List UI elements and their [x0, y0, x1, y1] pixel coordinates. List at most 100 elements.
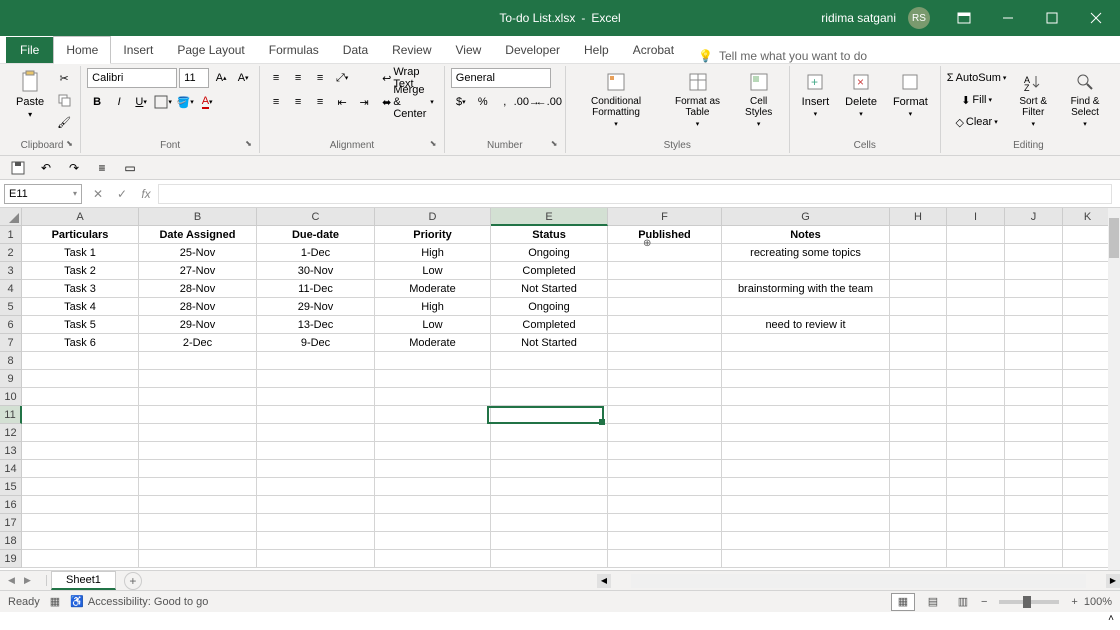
add-sheet-button[interactable]: + — [124, 572, 142, 590]
collapse-ribbon-button[interactable]: ˄ — [1108, 613, 1114, 624]
align-top-button[interactable]: ≡ — [266, 68, 286, 88]
cancel-formula-button[interactable]: ✕ — [86, 184, 110, 204]
cell[interactable] — [722, 334, 890, 352]
cell[interactable]: 28-Nov — [139, 298, 257, 316]
cell[interactable] — [890, 406, 947, 424]
cell[interactable] — [890, 532, 947, 550]
cell[interactable] — [491, 514, 608, 532]
cell[interactable]: Particulars — [22, 226, 139, 244]
cell[interactable] — [139, 370, 257, 388]
cell[interactable] — [890, 334, 947, 352]
cell[interactable] — [491, 460, 608, 478]
row-header[interactable]: 4 — [0, 280, 22, 298]
cell[interactable] — [1063, 550, 1113, 568]
user-avatar[interactable]: RS — [908, 7, 930, 29]
cell[interactable] — [1063, 370, 1113, 388]
cell[interactable]: 28-Nov — [139, 280, 257, 298]
cell[interactable]: 9-Dec — [257, 334, 375, 352]
accounting-button[interactable]: $▾ — [451, 92, 471, 112]
cell[interactable]: 1-Dec — [257, 244, 375, 262]
horizontal-scrollbar[interactable] — [631, 574, 1086, 588]
cell[interactable] — [608, 406, 722, 424]
cell[interactable]: Due-date — [257, 226, 375, 244]
cell[interactable]: Moderate — [375, 280, 491, 298]
select-all-corner[interactable] — [0, 208, 22, 226]
cell[interactable] — [1005, 550, 1063, 568]
cell[interactable] — [22, 550, 139, 568]
cell[interactable] — [608, 442, 722, 460]
cell[interactable]: Low — [375, 262, 491, 280]
cell[interactable] — [257, 460, 375, 478]
cell[interactable] — [257, 406, 375, 424]
cell[interactable]: High — [375, 244, 491, 262]
row-header[interactable]: 6 — [0, 316, 22, 334]
page-break-view-button[interactable]: ▥ — [951, 593, 975, 611]
row-header[interactable]: 19 — [0, 550, 22, 568]
row-header[interactable]: 16 — [0, 496, 22, 514]
cell[interactable] — [1063, 460, 1113, 478]
cell[interactable]: Task 6 — [22, 334, 139, 352]
cell[interactable] — [22, 352, 139, 370]
cell[interactable] — [890, 316, 947, 334]
cell[interactable] — [1005, 406, 1063, 424]
cell[interactable] — [139, 460, 257, 478]
cell[interactable] — [722, 424, 890, 442]
cell[interactable] — [722, 514, 890, 532]
cell[interactable] — [947, 442, 1005, 460]
cell[interactable] — [375, 550, 491, 568]
cell[interactable] — [1005, 388, 1063, 406]
row-header[interactable]: 17 — [0, 514, 22, 532]
number-format-combo[interactable] — [451, 68, 551, 88]
cell[interactable] — [22, 424, 139, 442]
cell[interactable] — [1005, 514, 1063, 532]
cell[interactable]: 27-Nov — [139, 262, 257, 280]
cell[interactable] — [257, 388, 375, 406]
cell[interactable] — [257, 550, 375, 568]
cell[interactable] — [1063, 334, 1113, 352]
cell[interactable] — [22, 478, 139, 496]
cell[interactable] — [491, 478, 608, 496]
tab-home[interactable]: Home — [53, 36, 111, 64]
row-header[interactable]: 15 — [0, 478, 22, 496]
cell[interactable] — [608, 298, 722, 316]
cell[interactable] — [491, 496, 608, 514]
cell[interactable] — [947, 298, 1005, 316]
tab-developer[interactable]: Developer — [493, 37, 572, 63]
cell[interactable] — [491, 370, 608, 388]
cell[interactable] — [608, 550, 722, 568]
cell[interactable] — [608, 478, 722, 496]
fill-color-button[interactable]: 🪣▾ — [175, 92, 195, 112]
cell[interactable] — [1063, 262, 1113, 280]
cut-button[interactable]: ✂ — [54, 68, 74, 88]
cell[interactable] — [722, 370, 890, 388]
cell[interactable] — [491, 388, 608, 406]
row-header[interactable]: 12 — [0, 424, 22, 442]
cell[interactable] — [1005, 334, 1063, 352]
cell[interactable] — [375, 388, 491, 406]
cell[interactable] — [257, 370, 375, 388]
sort-filter-button[interactable]: AZ Sort & Filter▾ — [1010, 68, 1056, 130]
zoom-level[interactable]: 100% — [1084, 596, 1112, 608]
page-layout-view-button[interactable]: ▤ — [921, 593, 945, 611]
cell[interactable] — [139, 442, 257, 460]
cell[interactable] — [890, 550, 947, 568]
font-launcher[interactable]: ⬊ — [245, 139, 257, 151]
column-header[interactable]: A — [22, 208, 139, 226]
underline-button[interactable]: U▾ — [131, 92, 151, 112]
cell[interactable] — [1063, 478, 1113, 496]
cell[interactable] — [375, 406, 491, 424]
column-header[interactable]: J — [1005, 208, 1063, 226]
row-header[interactable]: 13 — [0, 442, 22, 460]
cell[interactable] — [890, 352, 947, 370]
cell[interactable]: Ongoing — [491, 244, 608, 262]
cell[interactable]: 30-Nov — [257, 262, 375, 280]
cell[interactable] — [1063, 244, 1113, 262]
increase-decimal-button[interactable]: .00→ — [517, 92, 537, 112]
tab-page-layout[interactable]: Page Layout — [165, 37, 256, 63]
sheet-nav-next[interactable]: ▶ — [24, 575, 38, 586]
cell[interactable] — [890, 244, 947, 262]
cell[interactable] — [890, 388, 947, 406]
cell[interactable]: Status — [491, 226, 608, 244]
cell[interactable] — [947, 244, 1005, 262]
cell[interactable] — [722, 442, 890, 460]
